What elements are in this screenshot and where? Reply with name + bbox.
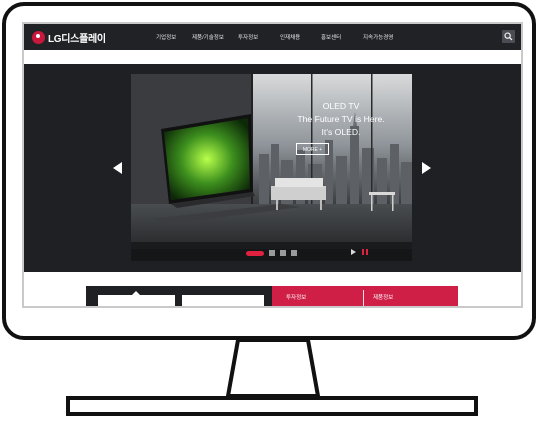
- quick-links-panel: 투자정보 제품정보: [272, 286, 458, 306]
- brand-logo[interactable]: LG디스플레이: [32, 30, 106, 45]
- news-panel: [86, 286, 272, 306]
- slide-indicator-2[interactable]: [269, 250, 275, 256]
- menu-item-sustainability[interactable]: 지속가능경영: [363, 33, 409, 41]
- hero-title-line-2: The Future TV is Here.: [297, 114, 385, 124]
- slide-indicators: [246, 250, 302, 256]
- menu-item-investors[interactable]: 투자정보: [238, 33, 280, 41]
- brand-name: LG디스플레이: [48, 34, 106, 45]
- more-button[interactable]: MORE +: [296, 143, 329, 155]
- play-icon[interactable]: [351, 249, 356, 255]
- slide-indicator-4[interactable]: [291, 250, 297, 256]
- pause-icon[interactable]: [362, 249, 368, 255]
- monitor-stand-base: [66, 396, 478, 416]
- top-navigation: LG디스플레이 기업정보 제품/기술정보 투자정보 인재채용 홍보센터 지속가능…: [24, 24, 521, 50]
- news-card-1[interactable]: [98, 291, 175, 306]
- chevron-left-icon[interactable]: [113, 162, 122, 174]
- news-card-2[interactable]: [182, 295, 264, 306]
- hero-headline: OLED TV The Future TV is Here. It's OLED…: [281, 100, 401, 139]
- panel-divider: [363, 290, 364, 306]
- menu-item-pr[interactable]: 홍보센터: [321, 33, 363, 41]
- menu-item-company[interactable]: 기업정보: [156, 33, 192, 41]
- main-menu: 기업정보 제품/기술정보 투자정보 인재채용 홍보센터 지속가능경영: [156, 33, 409, 41]
- slide-indicator-1[interactable]: [246, 250, 264, 256]
- website-screen: LG디스플레이 기업정보 제품/기술정보 투자정보 인재채용 홍보센터 지속가능…: [24, 24, 521, 306]
- link-investor-info[interactable]: 투자정보: [286, 293, 306, 301]
- search-icon: [504, 32, 513, 41]
- search-button[interactable]: [502, 30, 515, 43]
- menu-item-products[interactable]: 제품/기술정보: [192, 33, 238, 41]
- lg-logo-icon: [32, 31, 45, 44]
- menu-item-careers[interactable]: 인재채용: [280, 33, 321, 41]
- nav-underbar: [24, 50, 521, 64]
- hero-title-line-3: It's OLED.: [321, 127, 361, 137]
- link-product-info[interactable]: 제품정보: [373, 293, 393, 301]
- chevron-right-icon[interactable]: [422, 162, 431, 174]
- hero-carousel[interactable]: OLED TV The Future TV is Here. It's OLED…: [131, 74, 412, 261]
- monitor-stand-neck: [226, 340, 320, 398]
- hero-title-line-1: OLED TV: [322, 101, 360, 111]
- slide-indicator-3[interactable]: [280, 250, 286, 256]
